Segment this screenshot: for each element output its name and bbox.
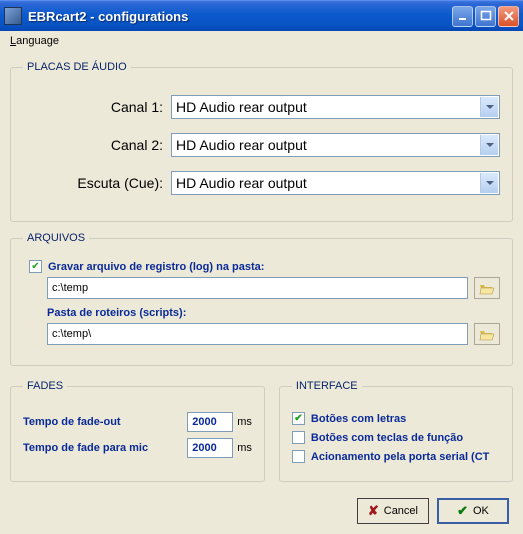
label-letters: Botões com letras <box>311 413 406 425</box>
ok-button[interactable]: ✔ OK <box>437 498 509 524</box>
dropdown-cue-value: HD Audio rear output <box>176 175 307 191</box>
label-channel-1: Canal 1: <box>23 99 171 115</box>
label-log: Gravar arquivo de registro (log) na past… <box>48 261 264 273</box>
folder-open-icon <box>479 327 495 341</box>
cancel-button-label: Cancel <box>384 505 418 517</box>
folder-open-icon <box>479 281 495 295</box>
fieldset-fades: FADES Tempo de fade-out 2000 ms Tempo de… <box>10 380 265 482</box>
input-log-path[interactable]: c:\temp <box>47 277 468 299</box>
input-fade-out-value: 2000 <box>192 416 216 428</box>
x-icon: ✘ <box>368 503 379 519</box>
label-fade-mic: Tempo de fade para mic <box>23 442 187 454</box>
chevron-down-icon[interactable] <box>480 97 498 117</box>
menu-language-rest: anguage <box>16 35 59 47</box>
legend-audio: PLACAS DE ÁUDIO <box>23 61 131 73</box>
check-icon: ✔ <box>457 503 468 519</box>
label-channel-2: Canal 2: <box>23 137 171 153</box>
input-log-path-value: c:\temp <box>52 282 88 294</box>
window-title: EBRcart2 - configurations <box>28 9 452 24</box>
browse-log-button[interactable] <box>474 277 500 299</box>
chevron-down-icon[interactable] <box>480 173 498 193</box>
legend-arquivos: ARQUIVOS <box>23 232 89 244</box>
unit-fade-mic: ms <box>237 442 252 454</box>
menu-language[interactable]: Language <box>4 33 65 49</box>
ok-button-label: OK <box>473 505 489 517</box>
fieldset-interface: INTERFACE ✔ Botões com letras Botões com… <box>279 380 513 482</box>
chevron-down-icon[interactable] <box>480 135 498 155</box>
app-icon <box>4 7 22 25</box>
legend-interface: INTERFACE <box>292 380 362 392</box>
dropdown-channel-1-value: HD Audio rear output <box>176 99 307 115</box>
checkbox-fkeys[interactable] <box>292 431 305 444</box>
label-fade-out: Tempo de fade-out <box>23 416 187 428</box>
legend-fades: FADES <box>23 380 67 392</box>
fieldset-arquivos: ARQUIVOS ✔ Gravar arquivo de registro (l… <box>10 232 513 366</box>
dropdown-cue[interactable]: HD Audio rear output <box>171 171 500 195</box>
label-serial: Acionamento pela porta serial (CT <box>311 451 489 463</box>
dropdown-channel-1[interactable]: HD Audio rear output <box>171 95 500 119</box>
titlebar: EBRcart2 - configurations <box>0 0 523 31</box>
input-fade-out[interactable]: 2000 <box>187 412 233 432</box>
checkbox-letters[interactable]: ✔ <box>292 412 305 425</box>
checkbox-serial[interactable] <box>292 450 305 463</box>
dropdown-channel-2-value: HD Audio rear output <box>176 137 307 153</box>
dropdown-channel-2[interactable]: HD Audio rear output <box>171 133 500 157</box>
maximize-button[interactable] <box>475 6 496 27</box>
cancel-button[interactable]: ✘ Cancel <box>357 498 429 524</box>
label-cue: Escuta (Cue): <box>23 175 171 191</box>
fieldset-audio: PLACAS DE ÁUDIO Canal 1: HD Audio rear o… <box>10 61 513 222</box>
input-fade-mic[interactable]: 2000 <box>187 438 233 458</box>
menubar: Language <box>0 31 523 51</box>
minimize-button[interactable] <box>452 6 473 27</box>
close-button[interactable] <box>498 6 519 27</box>
input-scripts-path-value: c:\temp\ <box>52 328 91 340</box>
unit-fade-out: ms <box>237 416 252 428</box>
checkbox-log-enable[interactable]: ✔ <box>29 260 42 273</box>
input-scripts-path[interactable]: c:\temp\ <box>47 323 468 345</box>
label-scripts: Pasta de roteiros (scripts): <box>47 307 500 319</box>
browse-scripts-button[interactable] <box>474 323 500 345</box>
label-fkeys: Botões com teclas de função <box>311 432 463 444</box>
input-fade-mic-value: 2000 <box>192 442 216 454</box>
